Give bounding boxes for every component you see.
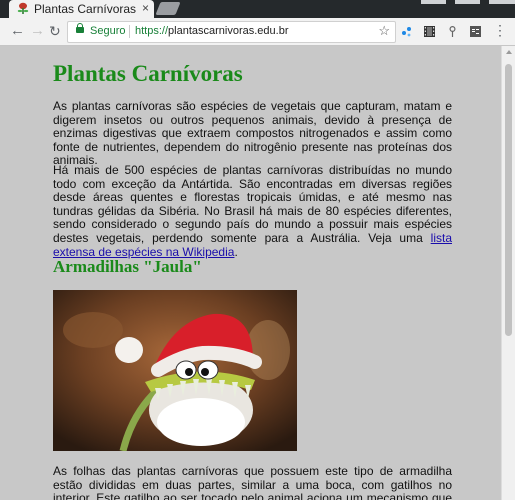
trap-paragraph: As folhas das plantas carnívoras que pos… [53, 464, 452, 500]
lock-icon [76, 23, 84, 33]
menu-kebab-icon[interactable]: ⋮ [493, 21, 507, 39]
url-host: plantascarnivoras.edu.br [168, 25, 289, 37]
dots-icon[interactable] [401, 26, 412, 37]
photo-illustration [53, 290, 297, 451]
film-icon[interactable] [424, 26, 435, 37]
scroll-up-arrow-icon[interactable] [506, 50, 512, 54]
tab-strip: Plantas Carnívoras × [0, 0, 515, 18]
link-suffix: . [234, 244, 238, 259]
section-title: Armadilhas "Jaula" [53, 257, 202, 276]
page-title: Plantas Carnívoras [53, 61, 243, 86]
tab-active[interactable]: Plantas Carnívoras × [9, 0, 154, 18]
omnibox-divider [129, 25, 130, 38]
scrollbar-thumb[interactable] [505, 64, 512, 336]
pin-icon[interactable] [447, 26, 458, 37]
forward-button[interactable]: → [30, 22, 45, 40]
new-tab-button[interactable] [155, 2, 181, 15]
bookmark-star-icon[interactable]: ☆ [378, 23, 390, 39]
minimize-button[interactable] [421, 0, 446, 4]
maximize-button[interactable] [455, 0, 480, 4]
species-text: Há mais de 500 espécies de plantas carní… [53, 163, 452, 245]
close-window-button[interactable] [489, 0, 515, 4]
intro-paragraph: As plantas carnívoras são espécies de ve… [53, 99, 452, 168]
back-button[interactable]: ← [10, 22, 25, 40]
venus-flytrap-santa-hat-photo [53, 290, 297, 451]
tab-close-icon[interactable]: × [142, 0, 149, 16]
vertical-scrollbar[interactable] [501, 46, 515, 500]
species-paragraph: Há mais de 500 espécies de plantas carní… [53, 163, 452, 259]
url-scheme: https:// [135, 25, 169, 37]
reload-button[interactable]: ↻ [49, 22, 61, 40]
es-icon[interactable] [470, 26, 481, 37]
browser-toolbar: ← → ↻ Seguro https://plantascarnivoras.e… [0, 18, 515, 46]
url-text[interactable]: https://plantascarnivoras.edu.br [135, 24, 289, 39]
address-bar[interactable]: Seguro https://plantascarnivoras.edu.br … [67, 21, 396, 43]
plant-favicon-icon [17, 2, 29, 14]
secure-label: Seguro [90, 25, 126, 37]
tab-title: Plantas Carnívoras [34, 2, 137, 16]
page-viewport: Plantas Carnívoras As plantas carnívoras… [0, 46, 501, 500]
